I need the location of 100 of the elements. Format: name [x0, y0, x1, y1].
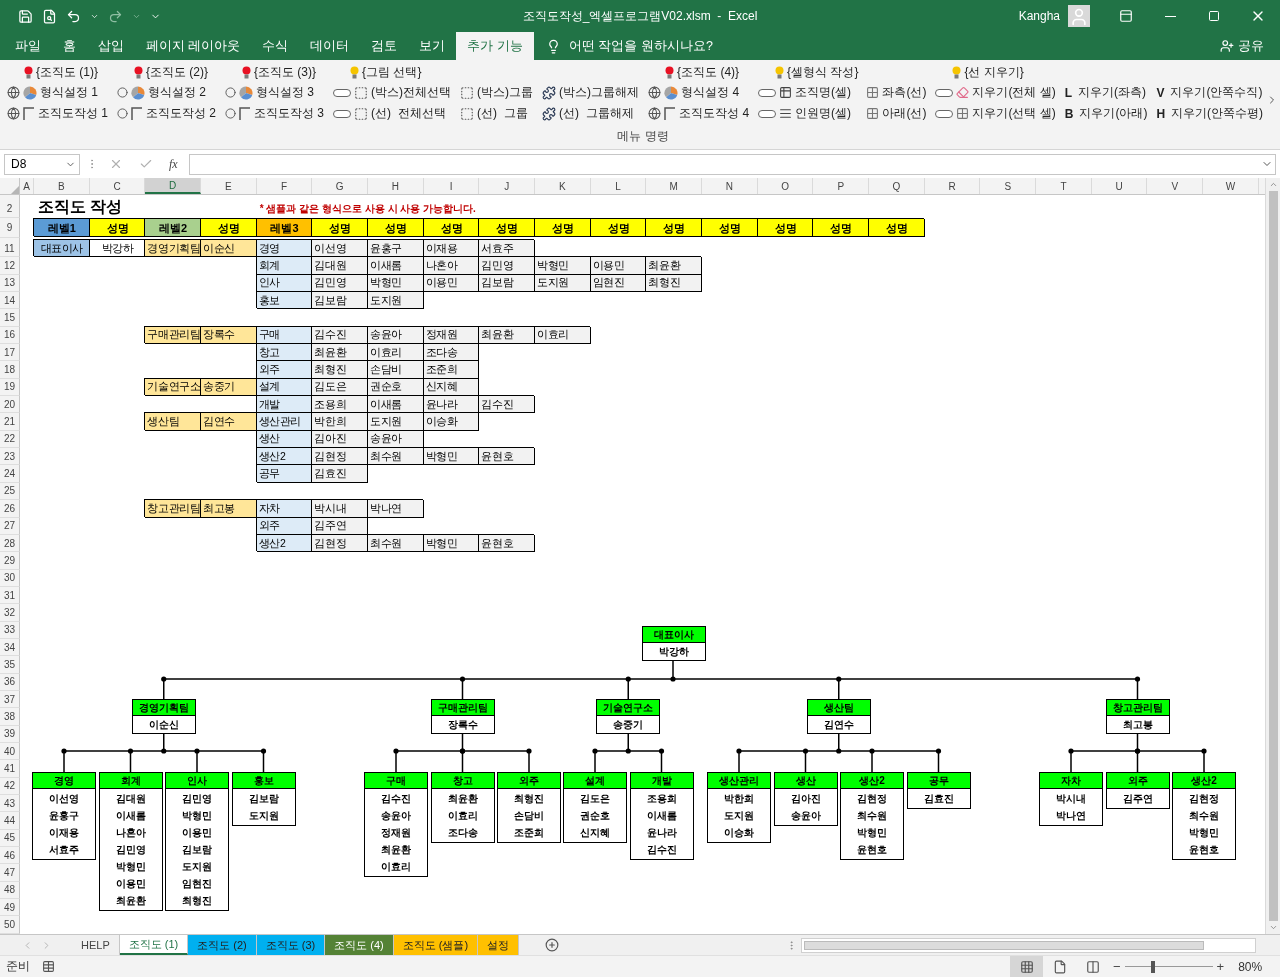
header-cell: 성명 [813, 219, 870, 237]
toggle-icon [935, 88, 954, 97]
ribbon-button[interactable]: 형식설정 1 [6, 82, 109, 103]
ribbon-button[interactable]: (박스)전체선택 [332, 82, 453, 103]
sheet-tab[interactable]: 조직도 (3) [256, 935, 326, 955]
ribbon-tab[interactable]: 파일 [4, 32, 52, 60]
ribbon-button[interactable]: B 지우기(아래) [1063, 103, 1149, 124]
insert-function-button[interactable]: fx [164, 156, 183, 172]
sheet-tab[interactable]: 설정 [478, 935, 520, 955]
ribbon-button[interactable]: 아래(선) [865, 103, 928, 124]
formula-field[interactable] [188, 153, 1276, 175]
ribbon-tab[interactable]: 수식 [251, 32, 300, 60]
search-field[interactable]: 어떤 작업을 원하시나요? [566, 38, 737, 54]
zoom-in-button[interactable]: + [1212, 959, 1229, 974]
maximize-icon [1208, 10, 1220, 22]
ribbon-tab[interactable]: 추가 기능 [456, 32, 534, 60]
node-title: 창고 [431, 773, 494, 789]
person-name: 도지원 [247, 808, 280, 823]
row-header[interactable]: 20 [0, 396, 20, 414]
eraser-icon [956, 86, 970, 99]
vertical-scrollbar[interactable] [1265, 178, 1280, 934]
ribbon-button[interactable]: 조직도작성 3 [224, 103, 326, 124]
table-icon [779, 86, 793, 99]
row-header[interactable]: 15 [0, 309, 20, 327]
row-header[interactable]: 14 [0, 292, 20, 310]
zoom-out-button[interactable]: − [1109, 959, 1125, 974]
ribbon-button[interactable]: 형식설정 4 [647, 82, 751, 103]
ribbon-button[interactable]: 조직명(셀) [757, 82, 859, 103]
sheet-tab[interactable]: 조직도 (2) [188, 935, 257, 955]
ribbon-tab[interactable]: 페이지 레이아웃 [135, 32, 252, 60]
undo-button[interactable] [66, 8, 81, 24]
ribbon-button[interactable]: L 지우기(좌측) [1063, 82, 1149, 103]
ribbon-tab[interactable]: 검토 [360, 32, 409, 60]
page-icon [1052, 959, 1067, 974]
save-button[interactable] [18, 8, 33, 24]
ribbon-button[interactable]: 조직도작성 2 [116, 103, 218, 124]
redo-button[interactable] [108, 8, 123, 24]
table-cell: 김보람 [312, 292, 369, 310]
ribbon-tab[interactable]: 홈 [52, 32, 87, 60]
row-header[interactable]: 17 [0, 344, 20, 362]
print-preview-button[interactable] [42, 8, 57, 24]
row-header[interactable]: 32 [0, 604, 20, 622]
ribbon-tab[interactable]: 보기 [408, 32, 457, 60]
pie-chart-icon [131, 85, 145, 100]
person-name: 정재원 [380, 825, 412, 840]
row-header[interactable]: 9 [0, 218, 20, 238]
sheet-tab[interactable]: 조직도 (샘플) [393, 935, 479, 955]
person-name: 김보람 [181, 842, 213, 857]
ribbon-button[interactable]: 조직도작성 1 [6, 103, 109, 124]
ribbon-button[interactable]: 좌측(선) [865, 82, 928, 103]
row-header[interactable]: 18 [0, 361, 20, 379]
person-name: 서효주 [48, 842, 80, 857]
ribbon-button[interactable]: (박스)그룹 [459, 82, 535, 103]
ribbon-button[interactable]: V 지우기(안쪽수직) [1155, 82, 1265, 103]
row-header[interactable]: 26 [0, 500, 20, 518]
row-header[interactable]: 41 [0, 760, 20, 778]
junction-dot [459, 676, 466, 682]
table-cell: 최수원 [368, 448, 424, 466]
row-header[interactable]: 43 [0, 795, 20, 813]
row-header[interactable]: 47 [0, 864, 20, 882]
row-header[interactable]: 12 [0, 257, 20, 275]
ribbon-button[interactable]: 형식설정 3 [224, 82, 326, 103]
person-name: 박형민 [114, 859, 147, 874]
row-header[interactable]: 21 [0, 413, 20, 431]
column-header[interactable]: A [20, 178, 34, 194]
sheet-tab[interactable]: 조직도 (1) [119, 935, 189, 955]
ribbon-button[interactable]: 지우기(선택 셀) [934, 103, 1057, 124]
horizontal-scrollbar[interactable] [801, 937, 1256, 953]
slider-thumb[interactable] [1150, 960, 1155, 973]
ribbon-button[interactable]: (선) 전체선택 [332, 103, 453, 124]
name-box[interactable]: D8 [4, 153, 80, 175]
ribbon-button[interactable]: (박스)그룹해제 [541, 82, 641, 103]
row-header[interactable]: 50 [0, 916, 20, 934]
ribbon-button[interactable]: 인원명(셀) [757, 103, 859, 124]
ribbon-button[interactable]: H 지우기(안쪽수평) [1155, 103, 1265, 124]
table-cell: 김대원 [312, 257, 369, 275]
ribbon-tab[interactable]: 데이터 [299, 32, 361, 60]
row-header[interactable]: 49 [0, 899, 20, 917]
row-header[interactable]: 35 [0, 656, 20, 674]
row-header[interactable]: 29 [0, 552, 20, 570]
row-header[interactable]: 46 [0, 847, 20, 865]
row-header[interactable]: 2 [0, 199, 20, 218]
ribbon-button[interactable]: 조직도작성 4 [647, 103, 751, 124]
row-header[interactable]: 38 [0, 708, 20, 726]
view-button[interactable] [1010, 955, 1043, 977]
dashed-square-icon [354, 106, 369, 121]
row-header[interactable]: 23 [0, 448, 20, 466]
ribbon-tab[interactable]: 삽입 [87, 32, 135, 60]
row-header[interactable]: 44 [0, 812, 20, 830]
column-header[interactable]: D [145, 178, 201, 194]
sheet-tab[interactable]: 조직도 (4) [325, 935, 394, 955]
group-heading: {조직도 (1)} [36, 63, 98, 81]
ribbon-button[interactable]: 형식설정 2 [116, 82, 218, 103]
row-header[interactable]: 11 [0, 240, 20, 258]
share-button[interactable]: 공유 [1214, 32, 1270, 60]
row-header[interactable]: 24 [0, 465, 20, 483]
ribbon-button[interactable]: 지우기(전체 셀) [934, 82, 1057, 103]
ribbon-button[interactable]: (선) 그룹 [459, 103, 535, 124]
ribbon-button[interactable]: (선) 그룹해제 [541, 103, 641, 124]
person-name: 김민영 [181, 791, 213, 806]
